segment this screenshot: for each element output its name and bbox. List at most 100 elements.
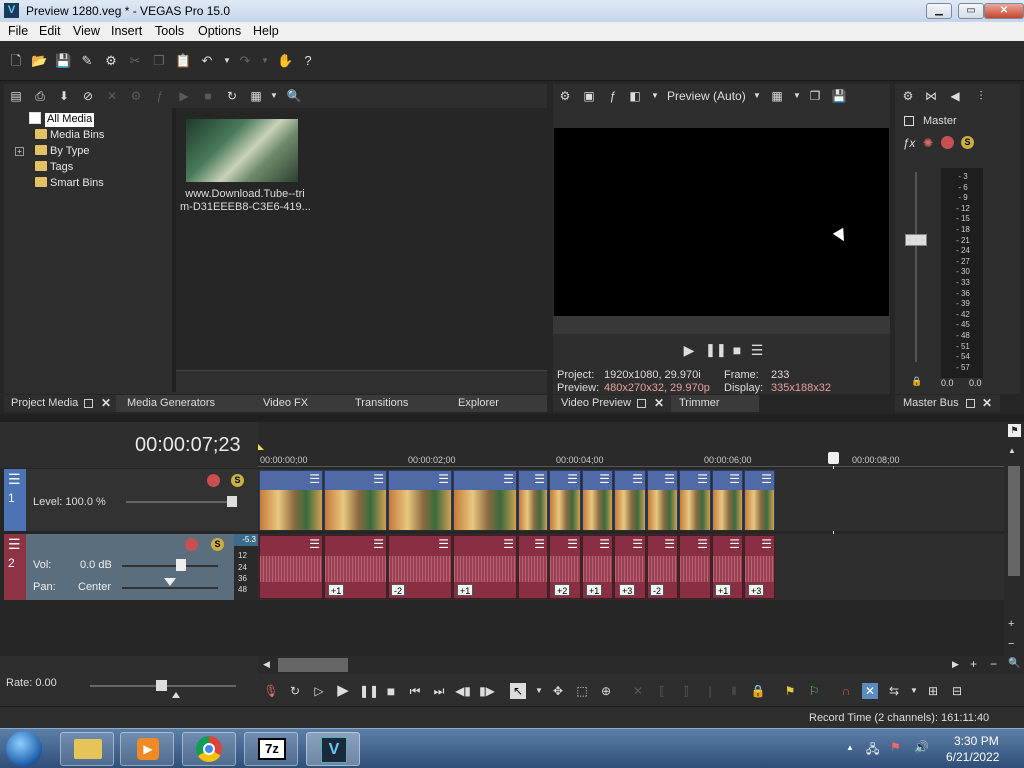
play-media-icon[interactable]: ▶	[176, 88, 192, 104]
external-monitor-icon[interactable]: ▣	[581, 88, 597, 104]
video-event[interactable]: ☰	[647, 470, 678, 530]
video-event[interactable]: ☰	[614, 470, 646, 530]
save-snapshot-icon[interactable]: 💾	[831, 88, 847, 104]
taskbar-explorer[interactable]	[60, 732, 114, 766]
views-dropdown-icon[interactable]: ▼	[266, 88, 282, 104]
tab-master-bus[interactable]: Master Bus	[903, 397, 959, 409]
split-screen-icon[interactable]: ◧	[627, 88, 643, 104]
video-event[interactable]: ☰	[324, 470, 387, 530]
downmix-icon[interactable]: ⋈	[923, 88, 939, 104]
next-frame-icon[interactable]: ▮▶	[479, 683, 495, 699]
video-track-color-strip[interactable]: ☰ 1	[4, 469, 26, 531]
save-icon[interactable]: 💾	[55, 53, 71, 69]
undock-icon[interactable]	[84, 399, 93, 408]
overlays-grid-icon[interactable]: ▦	[769, 88, 785, 104]
ignore-grouping-icon[interactable]: ⊟	[949, 683, 965, 699]
expand-icon[interactable]: +	[15, 147, 24, 156]
master-fx-icon[interactable]: ƒx	[901, 135, 917, 151]
ripple-edit-icon[interactable]: ⇆	[886, 683, 902, 699]
action-center-icon[interactable]: ⚑	[890, 740, 901, 754]
normal-edit-tool-icon[interactable]: ↖	[510, 683, 526, 699]
pause-icon[interactable]: ❚❚	[359, 683, 379, 699]
menu-insert[interactable]: Insert	[111, 24, 142, 38]
video-event[interactable]: ☰	[388, 470, 452, 530]
close-tab-icon[interactable]: ✕	[982, 396, 992, 410]
zoom-tool-icon[interactable]: 🔍	[1008, 658, 1020, 669]
get-media-icon[interactable]: ⬇	[56, 88, 72, 104]
menu-file[interactable]: File	[8, 24, 28, 38]
undo-icon[interactable]: ↶	[199, 53, 215, 69]
media-fx-icon[interactable]: ƒ	[152, 88, 168, 104]
record-icon[interactable]: 🎙	[263, 683, 279, 699]
quality-dropdown-icon[interactable]: ▼	[749, 88, 765, 104]
master-fader-handle[interactable]	[905, 234, 927, 246]
video-event[interactable]: ☰	[712, 470, 743, 530]
tab-trimmer[interactable]: Trimmer	[679, 397, 720, 409]
render-icon[interactable]: ✋	[277, 53, 293, 69]
video-event[interactable]: ☰	[549, 470, 581, 530]
tree-item-all-media[interactable]: All Media	[45, 113, 95, 127]
play-from-start-icon[interactable]: ▷	[311, 683, 327, 699]
copy-snapshot-icon[interactable]: ❐	[807, 88, 823, 104]
whats-this-icon[interactable]: ?	[300, 53, 316, 69]
paste-icon[interactable]: 📋	[175, 53, 191, 69]
video-event[interactable]: ☰	[744, 470, 775, 530]
tree-item-tags[interactable]: Tags	[35, 161, 73, 175]
tree-item-smart-bins[interactable]: Smart Bins	[35, 177, 104, 191]
undock-icon[interactable]	[637, 399, 646, 408]
clock-date[interactable]: 6/21/2022	[946, 750, 999, 764]
mixer-icon[interactable]: ⫶	[973, 88, 989, 104]
master-automation-icon[interactable]: ✺	[920, 135, 936, 151]
go-to-end-icon[interactable]: ⏭	[431, 683, 447, 699]
zoom-out-icon[interactable]: −	[1008, 638, 1014, 650]
network-icon[interactable]: 🖧	[866, 740, 879, 761]
preview-quality-select[interactable]: Preview (Auto)	[667, 89, 746, 103]
timeline-vscroll[interactable]: ⚑ ▲ + −	[1004, 422, 1024, 656]
capture-video-icon[interactable]: ⎙	[32, 88, 48, 104]
preview-menu-icon[interactable]: ☰	[749, 342, 765, 358]
redo-icon[interactable]: ↷	[237, 53, 253, 69]
taskbar-vegas[interactable]: V	[306, 732, 360, 766]
overlays-dropdown-icon[interactable]: ▼	[789, 88, 805, 104]
tab-video-preview[interactable]: Video Preview	[561, 397, 631, 409]
trim-icon[interactable]: ⟦	[654, 683, 670, 699]
menu-options[interactable]: Options	[198, 24, 241, 38]
marker-flag-icon[interactable]: ⚑	[1008, 424, 1021, 437]
timeline-splitter[interactable]	[0, 414, 1024, 422]
close-button[interactable]: ✕	[984, 3, 1024, 19]
properties-gear-icon[interactable]: ⚙	[103, 53, 119, 69]
split-dropdown-icon[interactable]: ▼	[647, 88, 663, 104]
selection-tool-icon[interactable]: ⬚	[574, 683, 590, 699]
timeline-hscroll[interactable]: ◀ ▶ + − 🔍	[258, 656, 1024, 674]
stop-preview-icon[interactable]: ■	[729, 342, 745, 358]
media-thumbnail[interactable]	[186, 119, 298, 182]
dim-output-icon[interactable]: ◀	[947, 88, 963, 104]
tab-media-generators[interactable]: Media Generators	[127, 397, 215, 409]
volume-icon[interactable]: 🔊	[914, 740, 929, 754]
go-to-start-icon[interactable]: ⏮	[407, 683, 423, 699]
tab-video-fx[interactable]: Video FX	[263, 397, 308, 409]
master-checkbox[interactable]	[904, 116, 914, 126]
audio-event[interactable]: ☰	[518, 535, 548, 599]
tab-project-media[interactable]: Project Media	[11, 397, 78, 409]
audio-track-color-strip[interactable]: ☰ 2	[4, 534, 26, 600]
ripple-dropdown-icon[interactable]: ▼	[906, 683, 922, 699]
new-icon[interactable]: 🗋	[8, 53, 24, 69]
media-properties-icon[interactable]: ⚙	[128, 88, 144, 104]
remove-media-icon[interactable]: ⊘	[80, 88, 96, 104]
import-media-icon[interactable]: ▤	[8, 88, 24, 104]
auto-crossfade-icon[interactable]: ✕	[862, 683, 878, 699]
solo-icon[interactable]: S	[961, 136, 974, 149]
menu-tools[interactable]: Tools	[155, 24, 184, 38]
video-event[interactable]: ☰	[453, 470, 517, 530]
save-as-icon[interactable]: ✎	[79, 53, 95, 69]
master-settings-icon[interactable]: ⚙	[900, 88, 916, 104]
video-mute-icon[interactable]	[207, 474, 220, 487]
pan-slider-handle[interactable]	[164, 578, 176, 586]
views-icon[interactable]: ▦	[248, 88, 264, 104]
video-event[interactable]: ☰	[518, 470, 548, 530]
open-icon[interactable]: 📂	[31, 53, 47, 69]
zoom-edit-tool-icon[interactable]: ⊕	[598, 683, 614, 699]
playhead-handle[interactable]	[828, 452, 839, 464]
lock-envelopes-icon[interactable]: ⊞	[925, 683, 941, 699]
